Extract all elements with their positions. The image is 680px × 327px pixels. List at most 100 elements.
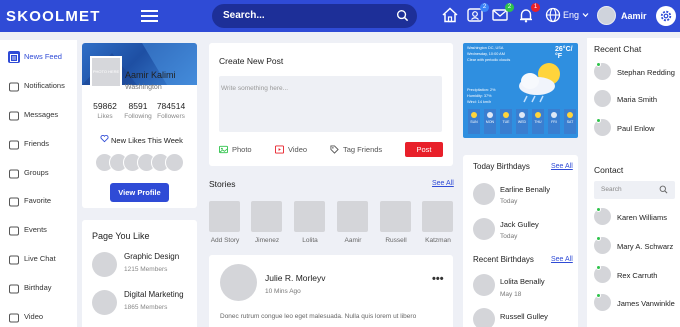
liker-avatar[interactable] (165, 153, 184, 172)
post-button[interactable]: Post (405, 142, 443, 157)
sidebar-item-label: Events (24, 225, 47, 234)
sidebar-item-friends[interactable]: Friends (0, 135, 77, 155)
sidebar-item-label: Notifications (24, 81, 65, 90)
weather-location: Washington DC, USA (467, 46, 504, 50)
post-author-avatar[interactable] (220, 264, 257, 301)
forecast-day-label: TUE (502, 120, 510, 124)
settings-button[interactable] (656, 6, 676, 26)
story-thumbnail[interactable] (251, 201, 282, 232)
chevron-down-icon[interactable] (582, 12, 589, 18)
stat-followers-label: Followers (157, 113, 185, 120)
birthday-avatar[interactable] (473, 308, 495, 327)
friends-badge: 2 (480, 3, 489, 12)
avatar[interactable] (597, 6, 616, 25)
sidebar-item-news-feed[interactable]: News Feed (0, 48, 77, 68)
story-name: Lolita (302, 237, 318, 244)
forecast-day-label: SAT (566, 120, 574, 124)
user-name[interactable]: Aamir (621, 11, 647, 21)
page-members: 1865 Members (124, 304, 168, 311)
profile-photo[interactable]: PHOTO HERE (90, 56, 122, 88)
pages-card: Page You Like Graphic Design 1215 Member… (82, 220, 197, 327)
more-options-icon[interactable]: ••• (432, 273, 444, 285)
post-author-name[interactable]: Julie R. Morleyv (265, 273, 325, 283)
menu-toggle-icon[interactable] (141, 10, 158, 22)
chat-contact-name[interactable]: Rex Carruth (617, 271, 657, 280)
view-profile-button[interactable]: View Profile (110, 183, 169, 202)
sidebar-item-groups[interactable]: Groups (0, 164, 77, 184)
globe-icon[interactable] (544, 6, 562, 24)
page-members: 1215 Members (124, 266, 168, 273)
page-name[interactable]: Digital Marketing (124, 290, 184, 299)
stat-likes-value: 59862 (93, 101, 117, 111)
birthday-name[interactable]: Lolita Benally (500, 277, 545, 286)
weather-date: Wednesday, 10:00 AM (467, 52, 505, 56)
home-icon[interactable] (441, 6, 459, 24)
contact-title: Contact (594, 165, 624, 175)
groups-icon (8, 167, 20, 179)
recent-birthdays-see-all-link[interactable]: See All (551, 256, 573, 263)
sidebar-item-label: Live Chat (24, 254, 56, 263)
weather-wind: Wind: 14 km/h (467, 100, 492, 104)
sidebar-item-events[interactable]: Events (0, 221, 77, 241)
profile-name[interactable]: Aamir Kalimi (125, 70, 176, 80)
birthday-avatar[interactable] (473, 218, 495, 240)
sidebar-item-label: News Feed (24, 52, 62, 61)
video-icon[interactable] (275, 145, 284, 154)
weather-temperature: 26°C/°F (555, 46, 573, 60)
story-thumbnail[interactable] (294, 201, 325, 232)
logo[interactable]: SKOOLMET (6, 8, 101, 25)
birthday-name[interactable]: Russell Gulley (500, 312, 548, 321)
birthday-name[interactable]: Jack Gulley (500, 220, 539, 229)
left-sidebar: News Feed Notifications Messages Friends Gro… (0, 40, 77, 327)
photo-button[interactable]: Photo (232, 145, 252, 154)
story-thumbnail[interactable] (380, 201, 411, 232)
search-icon[interactable] (659, 185, 668, 194)
post-text: Donec rutrum congue leo eget malesuada. … (220, 313, 417, 320)
tag-friends-button[interactable]: Tag Friends (343, 145, 382, 154)
sidebar-item-favorite[interactable]: Favorite (0, 192, 77, 212)
online-status-dot (596, 207, 601, 212)
search-icon[interactable] (396, 9, 409, 22)
sidebar-item-label: Messages (24, 110, 59, 119)
language-select[interactable]: Eng (563, 10, 579, 20)
page-name[interactable]: Graphic Design (124, 252, 179, 261)
story-name: Aamir (344, 237, 362, 244)
sidebar-item-video[interactable]: Video (0, 308, 77, 327)
forecast-day-label: THU (534, 120, 542, 124)
sidebar-item-messages[interactable]: Messages (0, 106, 77, 126)
chat-contact-name[interactable]: Paul Enlow (617, 124, 655, 133)
page-avatar[interactable] (92, 290, 117, 315)
chat-contact-name[interactable]: Maria Smith (617, 95, 657, 104)
chat-contact-name[interactable]: Karen Williams (617, 213, 667, 222)
sidebar-item-birthday[interactable]: Birthday (0, 279, 77, 299)
chat-contact-name[interactable]: Mary A. Schwarz (617, 242, 673, 251)
chat-contact-name[interactable]: James Vanwinkle (617, 299, 675, 308)
chat-avatar[interactable] (594, 90, 611, 107)
search-bar[interactable]: Search... (212, 4, 417, 28)
notifications-button[interactable]: 1 (517, 3, 540, 24)
story-thumbnail[interactable] (337, 201, 368, 232)
today-birthdays-see-all-link[interactable]: See All (551, 163, 573, 170)
stories-see-all-link[interactable]: See All (432, 180, 454, 187)
photo-icon[interactable] (219, 145, 228, 154)
story-thumbnail[interactable] (422, 201, 453, 232)
birthday-date: Today (500, 198, 518, 205)
search-input[interactable]: Search... (223, 10, 265, 21)
video-button[interactable]: Video (288, 145, 307, 154)
forecast-day-label: FRI (551, 120, 557, 124)
sidebar-item-live-chat[interactable]: Live Chat (0, 250, 77, 270)
page-avatar[interactable] (92, 252, 117, 277)
story-thumbnail[interactable] (209, 201, 240, 232)
tag-icon[interactable] (330, 145, 339, 154)
star-icon (8, 195, 20, 207)
birthday-avatar[interactable] (473, 274, 495, 296)
birthday-name[interactable]: Earline Benally (500, 185, 550, 194)
messages-button[interactable]: 2 (491, 3, 514, 24)
birthday-avatar[interactable] (473, 183, 495, 205)
chat-contact-name[interactable]: Stephan Redding (617, 68, 675, 77)
friends-button[interactable]: 2 (466, 3, 489, 24)
story-name: Katzman (425, 237, 451, 244)
gift-icon (8, 282, 20, 294)
stories-title: Stories (209, 179, 236, 189)
sidebar-item-notifications[interactable]: Notifications (0, 77, 77, 97)
